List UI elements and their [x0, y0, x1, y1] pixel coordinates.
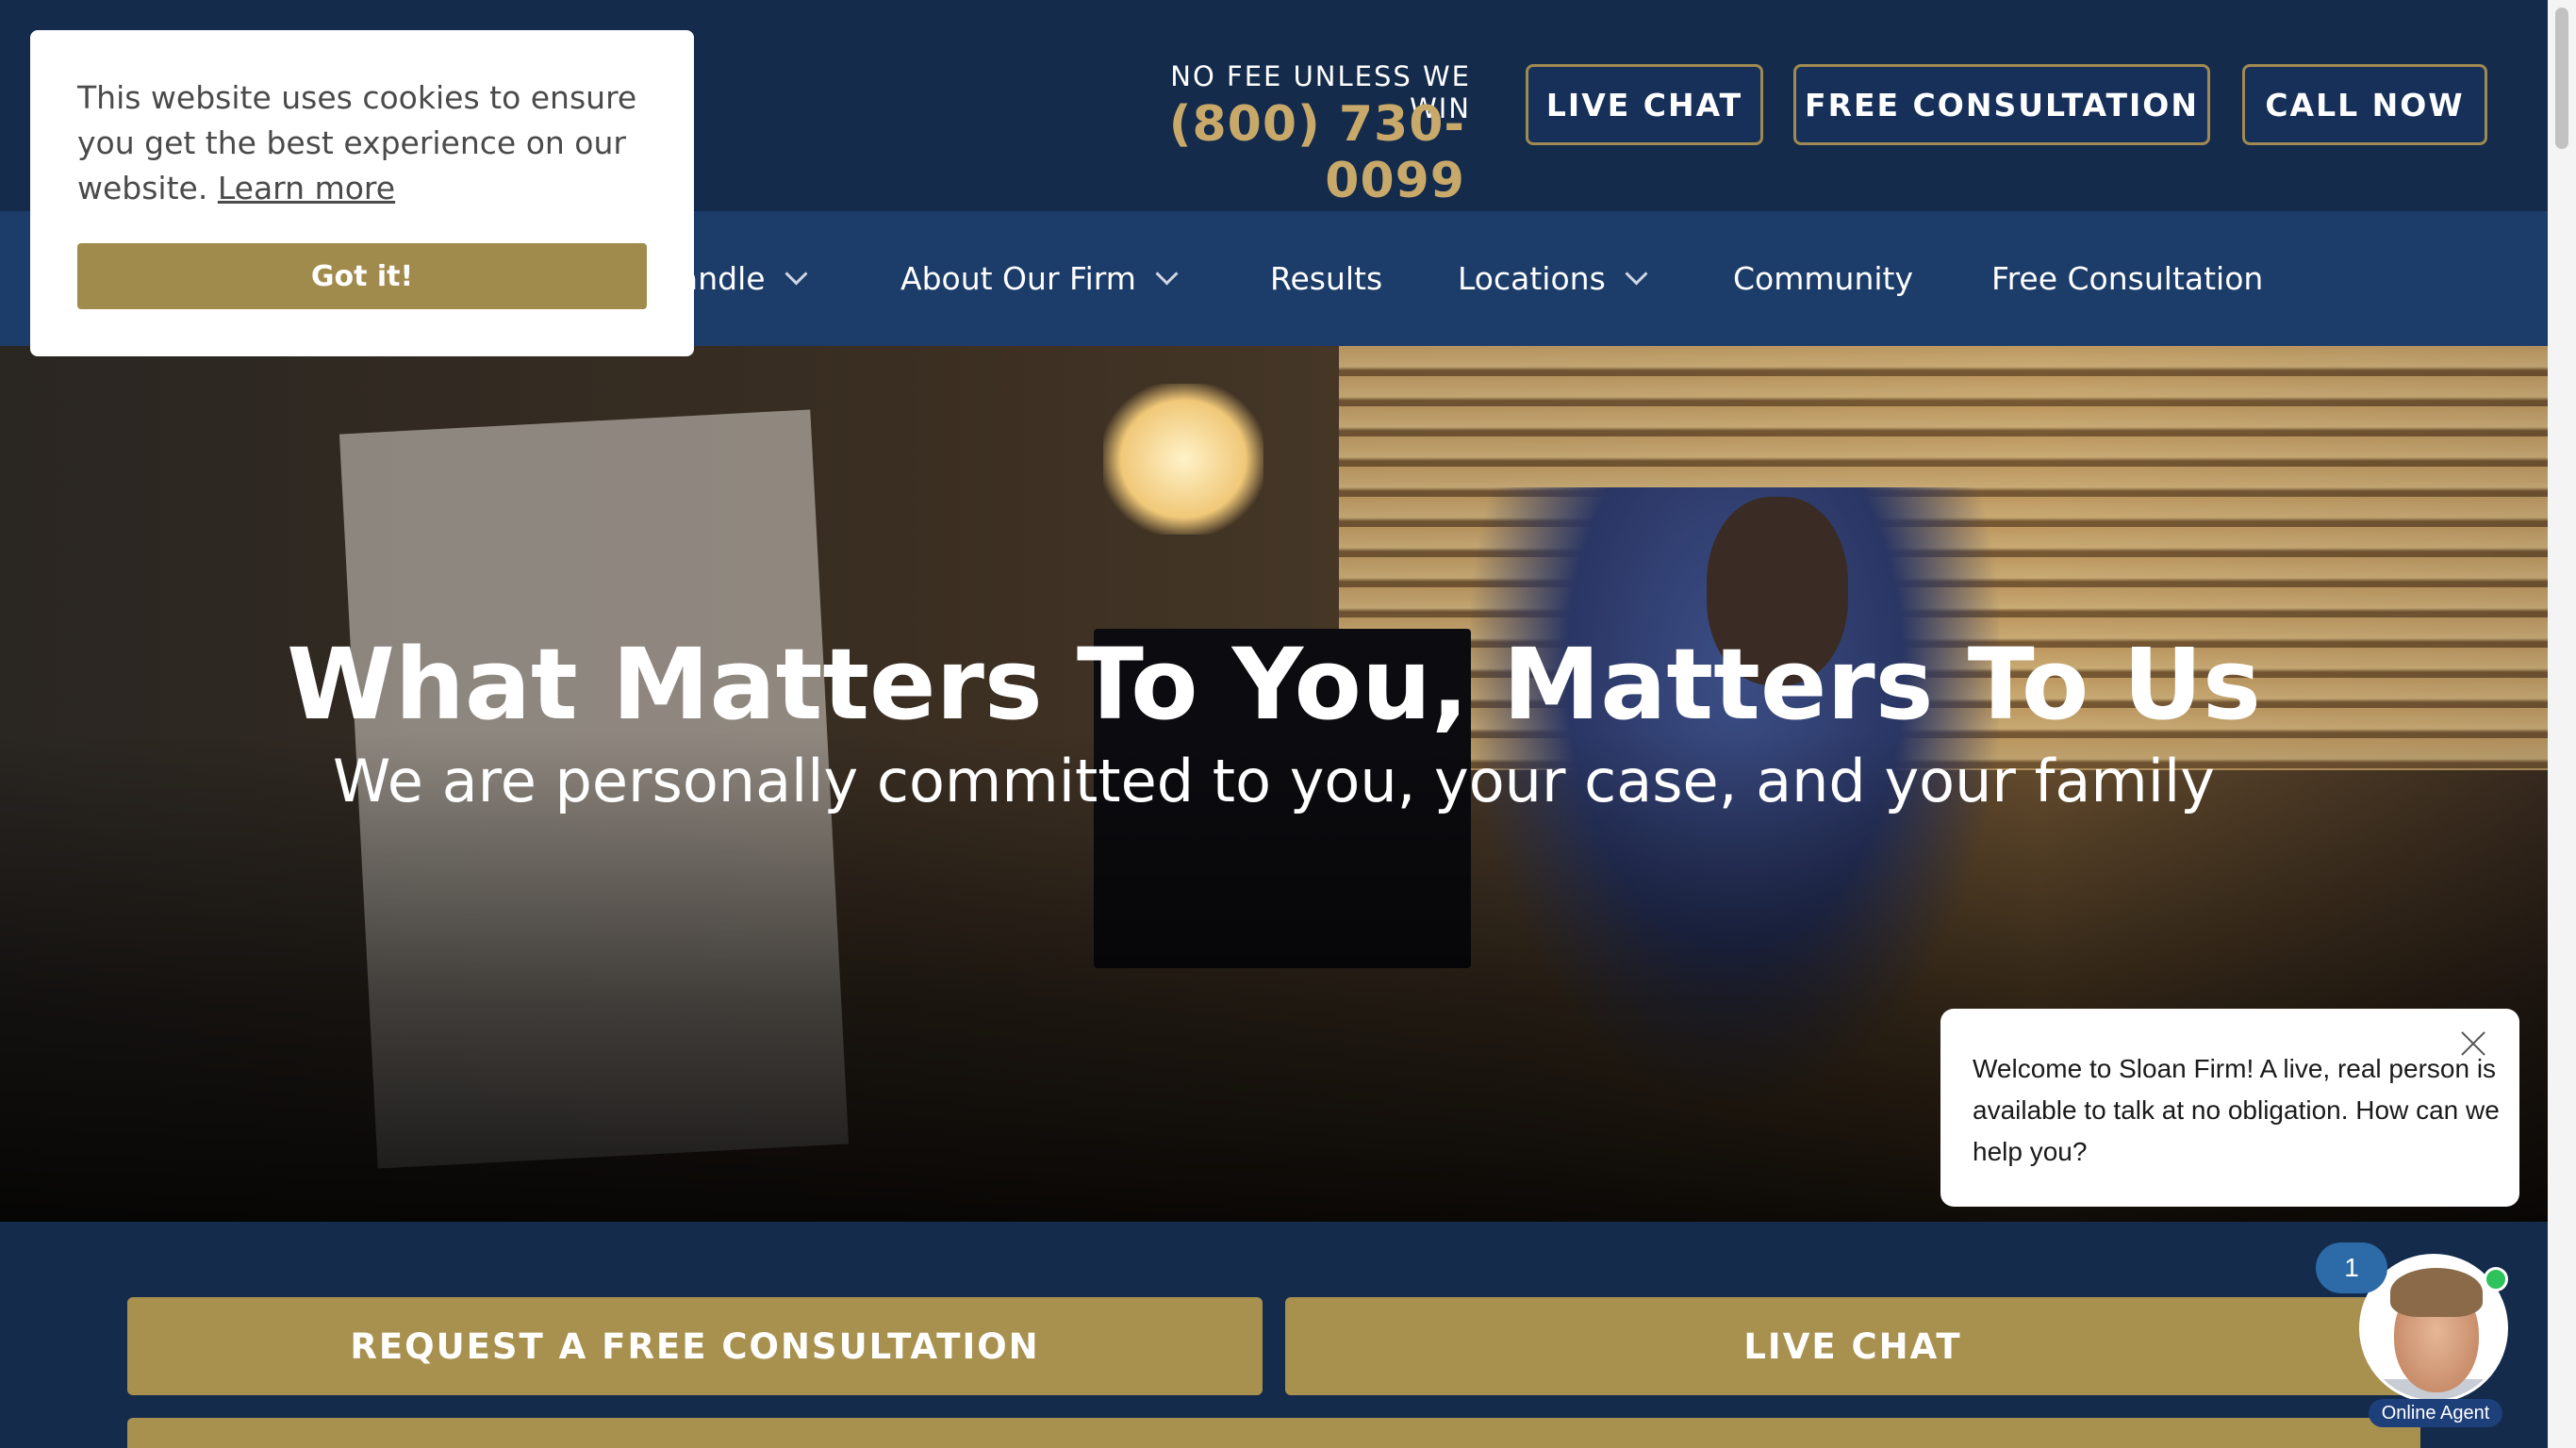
nav-item-label: Community: [1733, 260, 1913, 297]
avatar-hair: [2390, 1268, 2483, 1317]
unread-count-badge: 1: [2316, 1242, 2387, 1293]
hero-subtitle: We are personally committed to you, your…: [333, 747, 2215, 815]
nav-item-free-consultation[interactable]: Free Consultation: [1991, 211, 2263, 346]
chevron-down-icon: [784, 262, 808, 286]
nav-item-results[interactable]: Results: [1270, 211, 1382, 346]
chevron-down-icon: [1625, 262, 1648, 286]
nav-item-label: About Our Firm: [900, 260, 1136, 297]
hero-title: What Matters To You, Matters To Us: [287, 627, 2261, 742]
live-chat-button[interactable]: LIVE CHAT: [1526, 64, 1763, 145]
cookie-message: This website uses cookies to ensure you …: [77, 75, 652, 211]
live-chat-cta-button[interactable]: LIVE CHAT: [1285, 1297, 2420, 1395]
call-now-button[interactable]: CALL NOW: [2242, 64, 2487, 145]
learn-more-link[interactable]: Learn more: [218, 170, 395, 206]
cookie-accept-button[interactable]: Got it!: [77, 243, 647, 309]
chat-message: Welcome to Sloan Firm! A live, real pers…: [1973, 1054, 2500, 1166]
request-consultation-button[interactable]: REQUEST A FREE CONSULTATION: [127, 1297, 1263, 1395]
chevron-down-icon: [1155, 262, 1179, 286]
nav-item-label: Results: [1270, 260, 1383, 297]
nav-item-community[interactable]: Community: [1733, 211, 1913, 346]
online-status-icon: [2484, 1267, 2508, 1292]
cta-button-partial[interactable]: [127, 1418, 2420, 1448]
cta-section: REQUEST A FREE CONSULTATION LIVE CHAT: [0, 1222, 2548, 1448]
scrollbar-thumb[interactable]: [2555, 8, 2568, 149]
phone-number-link[interactable]: (800) 730-0099: [1094, 96, 1465, 209]
online-agent-label: Online Agent: [2369, 1399, 2502, 1427]
nav-item-locations[interactable]: Locations: [1458, 211, 1648, 346]
page-scrollbar[interactable]: [2548, 0, 2576, 1448]
nav-item-cases-we-handle[interactable]: andle: [679, 211, 808, 346]
page: NO FEE UNLESS WE WIN (800) 730-0099 LIVE…: [0, 0, 2548, 1448]
nav-item-about-our-firm[interactable]: About Our Firm: [900, 211, 1179, 346]
free-consultation-button[interactable]: FREE CONSULTATION: [1793, 64, 2210, 145]
cookie-banner: This website uses cookies to ensure you …: [30, 30, 694, 356]
chat-welcome-bubble[interactable]: Welcome to Sloan Firm! A live, real pers…: [1940, 1009, 2519, 1207]
nav-item-label: Free Consultation: [1991, 260, 2264, 297]
nav-item-label: Locations: [1458, 260, 1606, 297]
lamp-image: [1103, 384, 1263, 535]
